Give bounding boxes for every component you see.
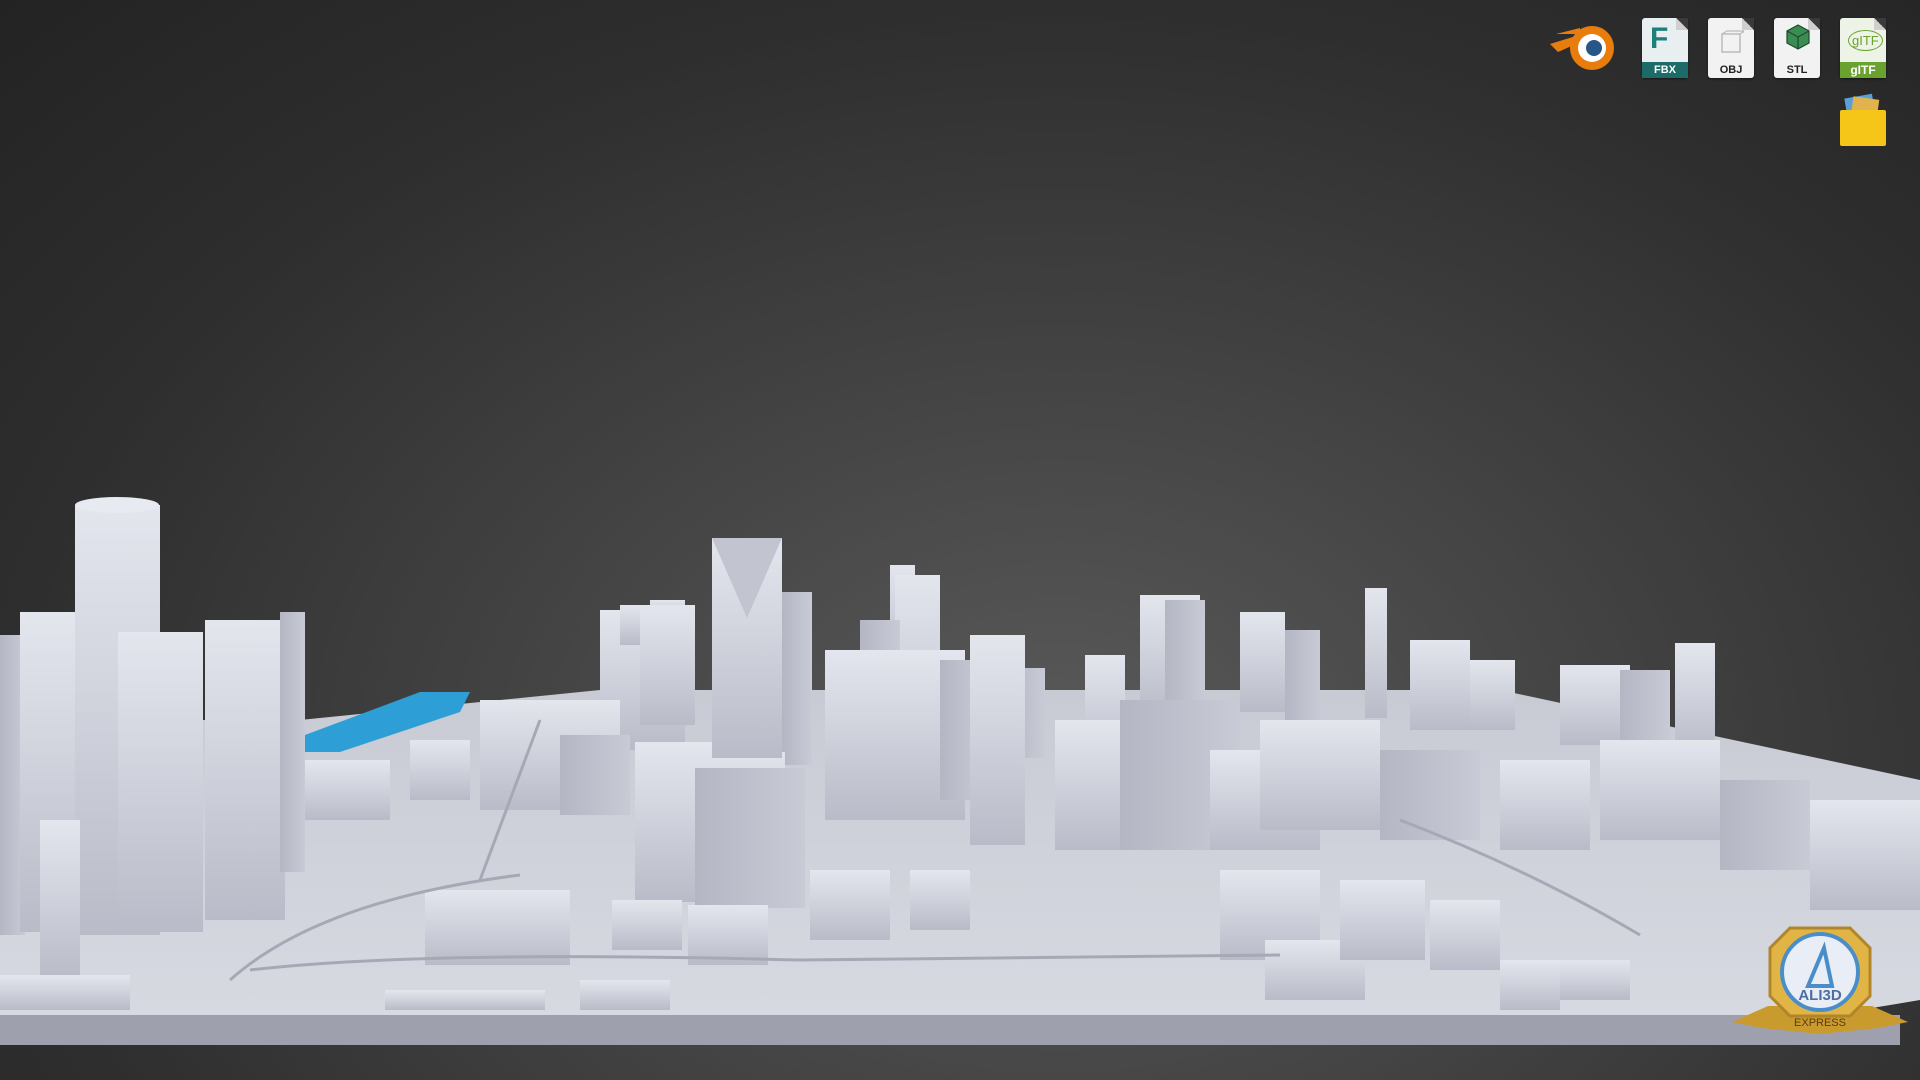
city-model-viewport[interactable] (0, 0, 1920, 1080)
fbx-label: FBX (1642, 62, 1688, 78)
gltf-label: gITF (1840, 62, 1886, 78)
gltf-logo-mark: gITF (1848, 30, 1883, 51)
stl-label: STL (1786, 64, 1808, 76)
badge-brand: ALI3D (1798, 987, 1842, 1004)
fbx-logo-letter: F (1650, 22, 1669, 55)
ali3d-express-badge: ALI3D EXPRESS (1728, 924, 1912, 1044)
obj-file-icon[interactable]: OBJ (1704, 14, 1758, 80)
folder-icon[interactable] (1838, 92, 1888, 148)
blender-icon[interactable] (1546, 14, 1626, 80)
terrain-base-edge (0, 1015, 1900, 1045)
fbx-file-icon[interactable]: F FBX (1638, 14, 1692, 80)
badge-tier: EXPRESS (1794, 1017, 1846, 1029)
obj-label: OBJ (1719, 64, 1743, 76)
gltf-file-icon[interactable]: gITF gITF (1836, 14, 1890, 80)
tower-center (640, 538, 812, 758)
export-format-bar: F FBX OBJ STL gITF gITF (1546, 14, 1890, 80)
stl-file-icon[interactable]: STL (1770, 14, 1824, 80)
